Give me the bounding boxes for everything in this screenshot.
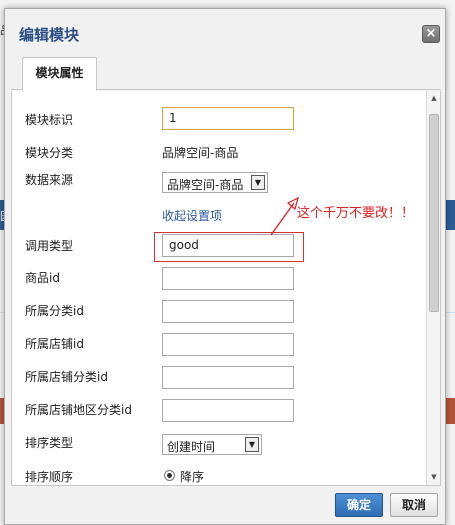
scroll-thumb[interactable]: [429, 114, 439, 312]
sort-asc-radio[interactable]: [164, 485, 175, 486]
sort-type-selected: 创建时间: [167, 440, 216, 454]
module-id-input[interactable]: 1: [162, 107, 294, 130]
annotation-text: 这个千万不要改！！: [297, 206, 415, 221]
data-source-label: 数据来源: [25, 173, 74, 187]
shop-region-category-id-input[interactable]: [162, 399, 294, 422]
shop-region-category-id-label: 所属店铺地区分类id: [25, 403, 132, 417]
scroll-down-icon[interactable]: ▼: [429, 473, 439, 483]
module-category-label: 模块分类: [25, 146, 74, 160]
confirm-button[interactable]: 确定: [335, 493, 383, 517]
module-id-label: 模块标识: [25, 113, 74, 127]
dialog-footer: 确定 取消: [5, 487, 445, 525]
dialog-title: 编辑模块: [19, 26, 80, 44]
form-content: 模块标识 1 模块分类 品牌空间-商品 数据来源 品牌空间-商品 ▼ 收起设置项…: [11, 91, 441, 486]
sort-desc-radio[interactable]: [164, 470, 175, 481]
edit-module-dialog: 编辑模块 × 模块属性 模块标识 1 模块分类 品牌空间-商品 数据来源 品牌空…: [4, 8, 446, 525]
chevron-down-icon: ▼: [245, 437, 259, 452]
sort-type-select[interactable]: 创建时间 ▼: [162, 434, 262, 455]
shop-id-label: 所属店铺id: [25, 337, 84, 351]
sort-order-label: 排序顺序: [25, 470, 74, 484]
shop-category-id-label: 所属店铺分类id: [25, 370, 108, 384]
cancel-button[interactable]: 取消: [390, 493, 438, 517]
category-id-input[interactable]: [162, 300, 294, 323]
sort-asc-label: 升序: [180, 483, 204, 485]
tab-strip: 模块属性: [11, 55, 441, 91]
category-id-label: 所属分类id: [25, 304, 84, 318]
data-source-selected: 品牌空间-商品: [167, 178, 244, 192]
shop-id-input[interactable]: [162, 333, 294, 356]
data-source-select[interactable]: 品牌空间-商品 ▼: [162, 172, 268, 193]
module-category-value: 品牌空间-商品: [162, 146, 239, 160]
goods-id-input[interactable]: [162, 267, 294, 290]
goods-id-label: 商品id: [25, 271, 60, 285]
sort-type-label: 排序类型: [25, 436, 74, 450]
close-button[interactable]: ×: [422, 25, 440, 43]
collapse-settings-link[interactable]: 收起设置项: [162, 207, 222, 224]
shop-category-id-input[interactable]: [162, 366, 294, 389]
tab-module-properties[interactable]: 模块属性: [22, 57, 97, 91]
scroll-up-icon[interactable]: ▲: [429, 94, 439, 104]
call-type-label: 调用类型: [25, 239, 74, 253]
form-scrollbar[interactable]: ▲ ▼: [426, 91, 440, 485]
chevron-down-icon: ▼: [251, 175, 265, 190]
